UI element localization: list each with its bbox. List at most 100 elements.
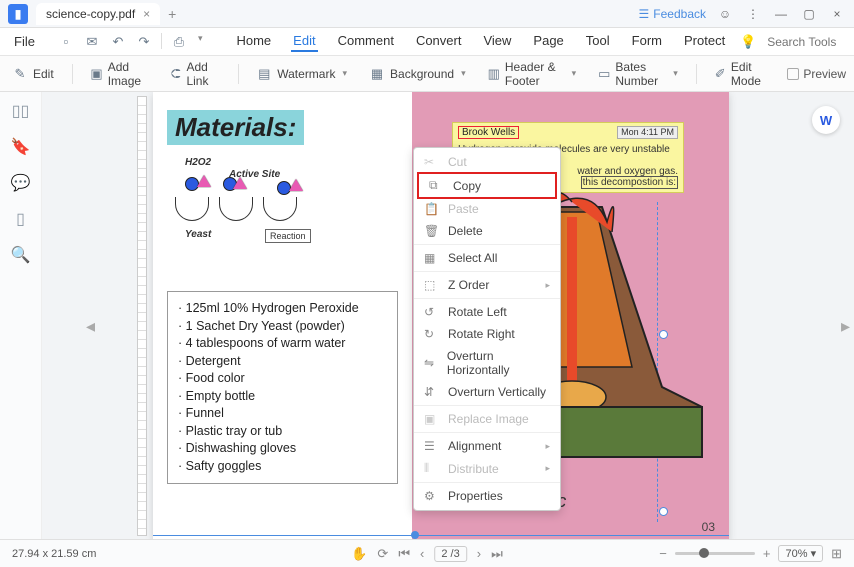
page-dimensions: 27.94 x 21.59 cm (12, 548, 96, 560)
add-link-button[interactable]: ⮈ Add Link (166, 57, 223, 91)
ctx-select-all[interactable]: ▦Select All (414, 247, 560, 269)
undo-icon[interactable]: ↶ (109, 33, 127, 51)
fit-page-icon[interactable]: ⊞ (831, 546, 842, 562)
tab-edit[interactable]: Edit (291, 31, 317, 52)
ctx-delete[interactable]: 🗑Delete (414, 220, 560, 242)
tab-form[interactable]: Form (630, 31, 664, 52)
zoom-thumb[interactable] (699, 548, 709, 558)
zoom-in-button[interactable]: + (763, 546, 771, 561)
first-page-button[interactable]: ⏮ (398, 546, 410, 562)
save-icon[interactable]: ▫ (57, 33, 75, 51)
tab-convert[interactable]: Convert (414, 31, 464, 52)
tab-close-icon[interactable]: × (143, 7, 150, 21)
zoom-value[interactable]: 70% ▾ (778, 545, 823, 562)
app-icon: ▮ (8, 4, 28, 24)
document-page-left[interactable]: Materials: H2O2 Active Site Yeast Reacti… (153, 92, 412, 539)
zoom-slider[interactable] (675, 552, 755, 555)
materials-list-item: Plastic tray or tub (178, 423, 387, 441)
thumbnails-icon[interactable]: ▯▯ (12, 102, 30, 120)
bates-button[interactable]: ▭ Bates Number ▾ (594, 57, 682, 91)
edit-text-label: Edit (33, 67, 54, 81)
main-tabs: Home Edit Comment Convert View Page Tool Form Pr… (234, 31, 727, 52)
menubar: File ▫ ✉ ↶ ↷ ⎙ ▾ Home Edit Comment Convert V… (0, 28, 854, 56)
header-footer-button[interactable]: ▥ Header & Footer ▾ (484, 57, 581, 91)
vertical-ruler (137, 96, 147, 536)
next-page-button[interactable]: › (477, 546, 481, 561)
materials-list-item: Food color (178, 370, 387, 388)
rotate-view-icon[interactable]: ⟳ (377, 546, 388, 562)
materials-list-item: Detergent (178, 353, 387, 371)
ctx-alignment[interactable]: ☰Alignment▸ (414, 435, 560, 457)
file-menu[interactable]: File (8, 31, 41, 52)
diagram-label-h2o2: H2O2 (185, 157, 211, 168)
page-indicator[interactable]: 2 /3 (434, 546, 466, 562)
paste-icon: 📋 (424, 202, 438, 216)
lightbulb-icon[interactable]: 💡 (739, 33, 757, 51)
background-label: Background (390, 67, 454, 81)
comments-icon[interactable]: 💬 (12, 174, 30, 192)
background-icon: ▦ (369, 66, 385, 82)
tab-protect[interactable]: Protect (682, 31, 727, 52)
search-panel-icon[interactable]: 🔍 (12, 246, 30, 264)
ctx-rotate-left[interactable]: ↺Rotate Left (414, 301, 560, 323)
bates-label: Bates Number (615, 60, 666, 88)
tab-home[interactable]: Home (234, 31, 273, 52)
materials-list-item: Dishwashing gloves (178, 440, 387, 458)
tab-page[interactable]: Page (531, 31, 565, 52)
quick-more-dropdown[interactable]: ▾ (198, 33, 203, 51)
hand-tool-icon[interactable]: ✋ (351, 546, 367, 562)
maximize-button[interactable]: ▢ (800, 5, 818, 23)
preview-checkbox[interactable]: Preview (787, 67, 846, 81)
bookmarks-icon[interactable]: 🔖 (12, 138, 30, 156)
watermark-button[interactable]: ▤ Watermark ▾ (252, 63, 351, 85)
link-icon: ⮈ (170, 66, 181, 82)
materials-heading: Materials: (167, 110, 304, 145)
selection-handle[interactable] (659, 330, 668, 339)
ctx-rotate-right[interactable]: ↻Rotate Right (414, 323, 560, 345)
materials-list-item: Empty bottle (178, 388, 387, 406)
tab-view[interactable]: View (481, 31, 513, 52)
ctx-overturn-h[interactable]: ⇋Overturn Horizontally (414, 345, 560, 381)
selection-handle[interactable] (659, 507, 668, 516)
more-icon[interactable]: ⋮ (744, 5, 762, 23)
user-icon[interactable]: ☺ (716, 5, 734, 23)
materials-list-item: 4 tablespoons of warm water (178, 335, 387, 353)
scroll-right-button[interactable]: ▸ (841, 316, 850, 337)
chevron-down-icon: ▾ (572, 68, 577, 79)
scroll-left-button[interactable]: ◂ (86, 316, 95, 337)
search-input[interactable] (767, 35, 854, 49)
materials-list-item: 1 Sachet Dry Yeast (powder) (178, 318, 387, 336)
checkbox-icon (787, 68, 799, 80)
flip-v-icon: ⇵ (424, 385, 438, 399)
tab-add-button[interactable]: + (168, 6, 176, 22)
ctx-z-order[interactable]: ⬚Z Order▸ (414, 274, 560, 296)
document-tab-label: science-copy.pdf (46, 7, 135, 21)
attachments-icon[interactable]: ▯ (12, 210, 30, 228)
word-export-button[interactable]: W (812, 106, 840, 134)
zorder-icon: ⬚ (424, 278, 438, 292)
print-icon[interactable]: ⎙ (170, 33, 188, 51)
edit-mode-button[interactable]: ✐ Edit Mode (711, 57, 774, 91)
ctx-properties[interactable]: ⚙Properties (414, 485, 560, 507)
background-button[interactable]: ▦ Background ▾ (365, 63, 470, 85)
edit-text-button[interactable]: ✎ Edit (8, 63, 58, 85)
tab-comment[interactable]: Comment (336, 31, 396, 52)
yeast-diagram: H2O2 Active Site Yeast Reaction (167, 157, 398, 257)
add-image-button[interactable]: ▣ Add Image (86, 57, 152, 91)
feedback-button[interactable]: ☰ Feedback (639, 7, 706, 21)
mail-icon[interactable]: ✉ (83, 33, 101, 51)
edit-text-icon: ✎ (12, 66, 28, 82)
redo-icon[interactable]: ↷ (135, 33, 153, 51)
prev-page-button[interactable]: ‹ (420, 546, 424, 561)
left-sidebar: ▯▯ 🔖 💬 ▯ 🔍 (0, 92, 42, 539)
tab-tool[interactable]: Tool (584, 31, 612, 52)
ctx-overturn-v[interactable]: ⇵Overturn Vertically (414, 381, 560, 403)
ctx-copy[interactable]: ⧉Copy (417, 172, 557, 199)
minimize-button[interactable]: — (772, 5, 790, 23)
close-button[interactable]: × (828, 5, 846, 23)
edit-toolbar: ✎ Edit ▣ Add Image ⮈ Add Link ▤ Watermar… (0, 56, 854, 92)
last-page-button[interactable]: ⏭ (491, 546, 503, 562)
chevron-down-icon: ▾ (673, 68, 678, 79)
document-tab[interactable]: science-copy.pdf × (36, 3, 160, 25)
zoom-out-button[interactable]: − (659, 546, 667, 561)
